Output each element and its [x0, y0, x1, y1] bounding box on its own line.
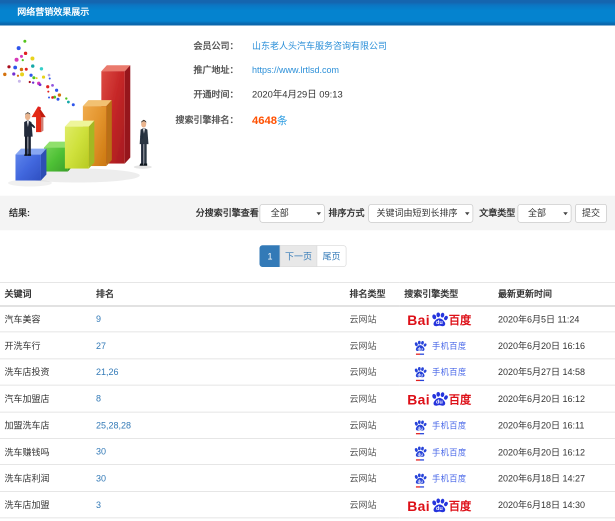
- svg-text:du: du: [436, 321, 443, 327]
- svg-text:du: du: [436, 400, 443, 406]
- svg-text:du: du: [436, 506, 443, 512]
- svg-text:du: du: [418, 426, 424, 431]
- svg-text:du: du: [418, 373, 424, 378]
- svg-text:du: du: [418, 346, 424, 351]
- svg-text:du: du: [418, 452, 424, 457]
- svg-text:du: du: [418, 479, 424, 484]
